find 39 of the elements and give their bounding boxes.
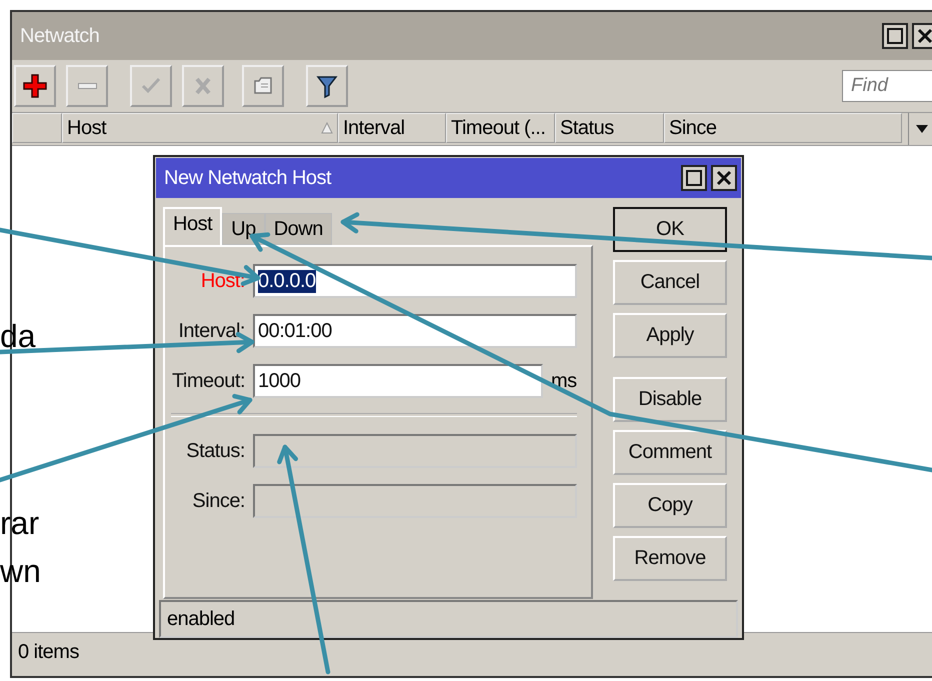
field-label: Timeout: xyxy=(170,370,245,392)
maximize-icon[interactable] xyxy=(681,165,707,191)
dialog-button[interactable]: OK xyxy=(613,207,727,252)
dialog-button[interactable]: Apply xyxy=(613,313,727,358)
input-field[interactable]: 00:01:00 xyxy=(253,314,577,348)
toolbar-button[interactable] xyxy=(306,65,348,107)
maximize-icon[interactable] xyxy=(882,23,908,49)
remove-icon xyxy=(78,83,96,89)
field-value: 00:01:00 xyxy=(258,320,332,342)
search-field[interactable]: Find xyxy=(842,70,932,102)
input-field[interactable]: 0.0.0.0 xyxy=(253,264,577,298)
tab[interactable]: Up xyxy=(222,213,265,245)
dialog-button[interactable]: Cancel xyxy=(613,260,727,305)
column-header[interactable]: Host xyxy=(62,113,338,143)
field-label: Since: xyxy=(191,490,245,512)
field-label: Interval: xyxy=(177,320,245,342)
status-text: enabled xyxy=(167,608,235,630)
dialog-button[interactable]: Disable xyxy=(613,377,727,422)
field-label: Status: xyxy=(185,440,245,462)
field-value: 1000 xyxy=(258,370,300,392)
dialog-button[interactable]: Copy xyxy=(613,483,727,528)
column-header[interactable]: Status xyxy=(555,113,664,143)
tab[interactable]: Host xyxy=(163,207,222,245)
close-icon[interactable] xyxy=(711,165,737,191)
close-icon[interactable] xyxy=(912,23,932,49)
column-header[interactable]: Since xyxy=(664,113,902,143)
dialog-button[interactable]: Remove xyxy=(613,536,727,581)
column-header[interactable]: Interval xyxy=(338,113,446,143)
dialog-title: New Netwatch Host xyxy=(164,166,332,190)
field-value: 0.0.0.0 xyxy=(258,270,316,292)
tab[interactable]: Down xyxy=(264,213,332,245)
toolbar-button[interactable] xyxy=(14,65,56,107)
field-label: Host: xyxy=(200,270,245,292)
window-title: Netwatch xyxy=(20,24,100,48)
item-count: 0 items xyxy=(18,640,79,664)
dialog-button[interactable]: Comment xyxy=(613,430,727,475)
dropdown-icon[interactable] xyxy=(915,124,929,134)
column-header[interactable]: Timeout (... xyxy=(446,113,555,143)
input-field[interactable]: 1000 xyxy=(253,364,543,398)
